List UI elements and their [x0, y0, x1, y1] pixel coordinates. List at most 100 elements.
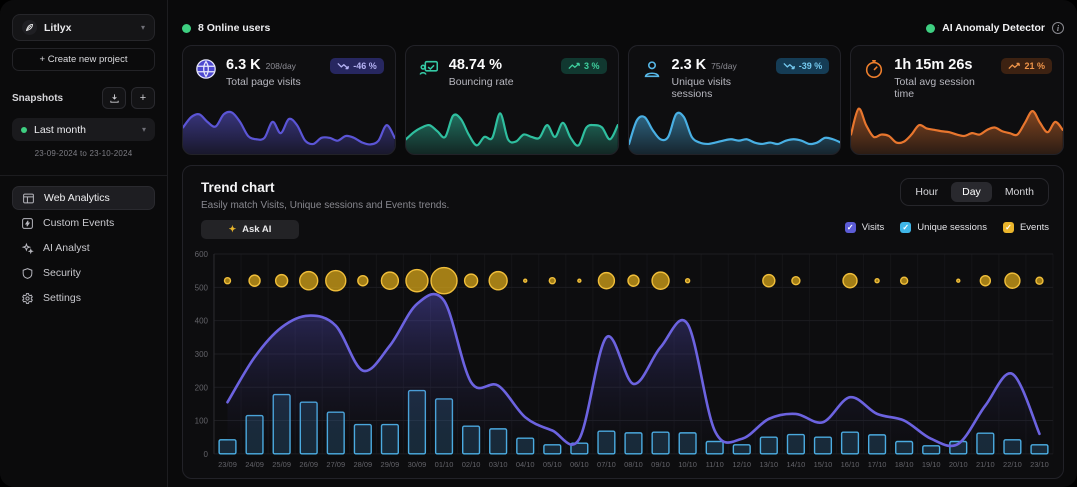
stat-label: Total avg session time [894, 76, 993, 100]
panel-title: Trend chart [201, 180, 275, 195]
snapshot-selector[interactable]: Last month ▾ [12, 118, 155, 141]
trend-chart[interactable]: 010020030040050060023/0924/0925/0926/092… [188, 248, 1058, 472]
svg-text:07/10: 07/10 [597, 460, 616, 469]
export-snapshot-button[interactable] [102, 87, 126, 109]
svg-text:08/10: 08/10 [624, 460, 643, 469]
legend-visits[interactable]: ✓ Visits [845, 222, 885, 233]
trend-badge: -46 % [330, 58, 384, 74]
sidebar-item-label: Web Analytics [44, 192, 110, 204]
anomaly-status-dot [926, 24, 935, 33]
stat-card-page-visits: 6.3 K 208/day Total page visits -46 % [182, 45, 396, 155]
svg-text:19/10: 19/10 [922, 460, 941, 469]
sparkles-icon: ✦ [229, 224, 237, 235]
svg-text:29/09: 29/09 [381, 460, 400, 469]
layout-icon [21, 192, 35, 205]
granularity-toggle: Hour Day Month [900, 178, 1049, 206]
svg-text:27/09: 27/09 [326, 460, 345, 469]
stat-card-unique-sessions: 2.3 K 75/day Unique visits sessions -39 … [628, 45, 842, 155]
sidebar-item-label: AI Analyst [43, 242, 90, 254]
svg-text:01/10: 01/10 [435, 460, 454, 469]
main-content: 8 Online users AI Anomaly Detector i 6.3… [169, 0, 1077, 487]
ai-anomaly-detector: AI Anomaly Detector i [926, 22, 1064, 34]
info-icon[interactable]: i [1052, 22, 1064, 34]
svg-text:100: 100 [195, 417, 209, 426]
svg-text:30/09: 30/09 [408, 460, 427, 469]
tab-month[interactable]: Month [994, 182, 1045, 202]
checkbox-visits[interactable]: ✓ [845, 222, 856, 233]
sparkline-page-visits [183, 98, 395, 154]
y-axis-labels: 0100200300400500600 [195, 250, 209, 459]
svg-text:04/10: 04/10 [516, 460, 535, 469]
online-users-label: 8 Online users [198, 22, 270, 34]
svg-text:17/10: 17/10 [868, 460, 887, 469]
project-selector[interactable]: Litlyx ▾ [12, 14, 155, 41]
snapshot-date-range: 23-09-2024 to 23-10-2024 [12, 149, 155, 158]
svg-text:500: 500 [195, 283, 209, 292]
sidebar-item-settings[interactable]: Settings [12, 286, 155, 310]
checkbox-events[interactable]: ✓ [1003, 222, 1014, 233]
shield-icon [20, 267, 34, 280]
svg-text:05/10: 05/10 [543, 460, 562, 469]
svg-text:16/10: 16/10 [841, 460, 860, 469]
sidebar-item-custom-events[interactable]: Custom Events [12, 211, 155, 235]
online-status-dot [182, 24, 191, 33]
stat-label: Unique visits sessions [672, 76, 768, 100]
tab-day[interactable]: Day [951, 182, 992, 202]
sidebar-item-security[interactable]: Security [12, 261, 155, 285]
add-snapshot-button[interactable]: + [131, 87, 155, 109]
anomaly-label: AI Anomaly Detector [942, 22, 1045, 34]
svg-text:15/10: 15/10 [814, 460, 833, 469]
sidebar: Litlyx ▾ + Create new project Snapshots … [0, 0, 168, 487]
snapshot-status-dot [21, 127, 27, 133]
sidebar-item-label: Settings [43, 292, 81, 304]
svg-text:600: 600 [195, 250, 209, 259]
trend-badge: -39 % [776, 58, 830, 74]
legend-unique-sessions[interactable]: ✓ Unique sessions [900, 222, 987, 233]
svg-text:13/10: 13/10 [759, 460, 778, 469]
tab-hour[interactable]: Hour [904, 182, 949, 202]
stat-value: 48.74 % [449, 57, 502, 73]
project-name: Litlyx [44, 22, 134, 34]
stat-card-bouncing-rate: 48.74 % Bouncing rate 3 % [405, 45, 619, 155]
legend-events[interactable]: ✓ Events [1003, 222, 1049, 233]
stat-label: Bouncing rate [449, 76, 553, 88]
svg-text:11/10: 11/10 [706, 460, 724, 469]
lightning-square-icon [20, 217, 34, 230]
sidebar-item-label: Custom Events [43, 217, 114, 229]
stat-value: 2.3 K [672, 57, 707, 73]
svg-text:22/10: 22/10 [1003, 460, 1022, 469]
svg-text:25/09: 25/09 [272, 460, 291, 469]
sparkles-icon [20, 242, 34, 255]
trend-badge: 21 % [1001, 58, 1052, 74]
trend-badge: 3 % [561, 58, 607, 74]
sparkline-session-time [851, 98, 1063, 154]
events-bubbles [225, 268, 1043, 294]
svg-text:23/09: 23/09 [218, 460, 237, 469]
svg-text:03/10: 03/10 [489, 460, 508, 469]
svg-text:26/09: 26/09 [299, 460, 318, 469]
trending-down-icon [337, 62, 349, 70]
create-new-project-button[interactable]: + Create new project [12, 48, 155, 71]
stat-cards-row: 6.3 K 208/day Total page visits -46 % [182, 45, 1064, 155]
sidebar-item-ai-analyst[interactable]: AI Analyst [12, 236, 155, 260]
svg-text:18/10: 18/10 [895, 460, 914, 469]
sidebar-item-web-analytics[interactable]: Web Analytics [12, 186, 155, 210]
svg-text:28/09: 28/09 [353, 460, 372, 469]
sparkline-bouncing-rate [406, 98, 618, 154]
chevron-down-icon: ▾ [141, 23, 145, 32]
stat-label: Total page visits [226, 76, 322, 88]
svg-text:24/09: 24/09 [245, 460, 264, 469]
svg-text:10/10: 10/10 [678, 460, 697, 469]
svg-text:06/10: 06/10 [570, 460, 589, 469]
sidebar-divider [0, 175, 167, 176]
svg-text:200: 200 [195, 383, 209, 392]
ask-ai-button[interactable]: ✦ Ask AI [201, 220, 299, 239]
trending-up-icon [1008, 62, 1020, 70]
user-icon [640, 57, 664, 81]
stat-rate: 208/day [266, 61, 296, 71]
trending-down-icon [783, 62, 795, 70]
stat-value: 1h 15m 26s [894, 57, 972, 73]
snapshots-label: Snapshots [12, 93, 97, 104]
globe-icon [194, 57, 218, 81]
checkbox-unique-sessions[interactable]: ✓ [900, 222, 911, 233]
